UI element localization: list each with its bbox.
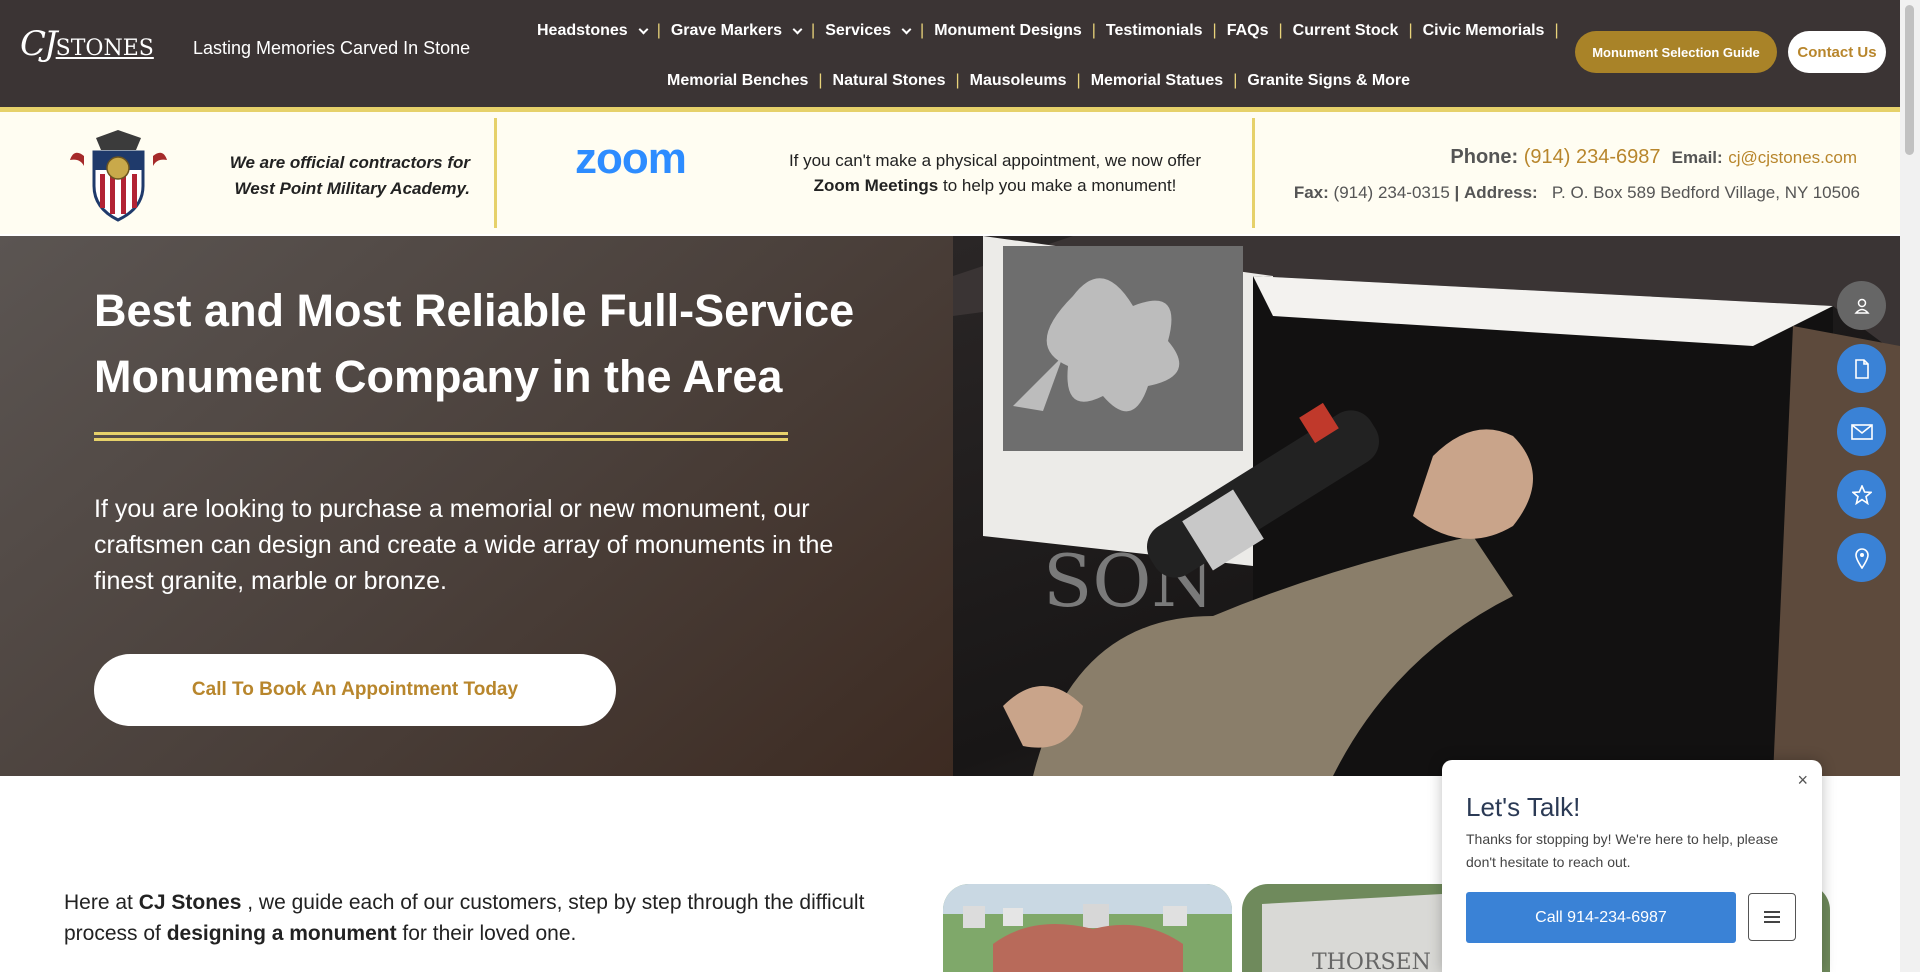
phone-email-line: Phone: (914) 234-6987 Email: cj@cjstones… (1450, 146, 1857, 169)
nav-current-stock[interactable]: Current Stock (1293, 22, 1399, 40)
zoom-meeting-notice: If you can't make a physical appointment… (765, 148, 1225, 198)
svg-text:THORSEN: THORSEN (1312, 950, 1431, 972)
intro-text-1: Here at (64, 891, 133, 914)
email-label: Email: (1671, 148, 1723, 167)
nav-separator: | (920, 22, 925, 39)
user-icon (1853, 298, 1870, 314)
zoom-text-1: If you can't make a physical appointment… (788, 151, 1202, 170)
menu-icon (1764, 911, 1780, 923)
contact-us-button[interactable]: Contact Us (1788, 31, 1886, 73)
nav-monument-designs[interactable]: Monument Designs (934, 22, 1082, 40)
nav-separator: | (1091, 22, 1096, 39)
nav-natural-stones[interactable]: Natural Stones (833, 72, 946, 90)
phone-label: Phone: (1450, 146, 1519, 168)
intro-bold-phrase: designing a monument (166, 922, 397, 945)
nav-separator: | (1076, 72, 1081, 89)
address-text: P. O. Box 589 Bedford Village, NY 10506 (1551, 183, 1860, 202)
intro-paragraph: Here at CJ Stones , we guide each of our… (64, 887, 884, 949)
hero-section: Best and Most Reliable Full-Service Monu… (0, 236, 1900, 776)
cemetery-photo (943, 884, 1232, 972)
intro-text-3: for their loved one. (402, 922, 577, 945)
contractor-line-1: We are official contractors for (229, 153, 470, 172)
chevron-down-icon (901, 24, 912, 34)
nav-grave-markers[interactable]: Grave Markers (670, 22, 803, 40)
location-pin-icon (1854, 547, 1869, 569)
info-divider (494, 118, 497, 228)
nav-separator: | (656, 22, 661, 39)
logo[interactable]: CJSTONES (20, 24, 154, 64)
west-point-crest-icon (70, 130, 167, 222)
chat-message: Thanks for stopping by! We're here to he… (1466, 831, 1779, 870)
info-divider (1252, 118, 1255, 228)
nav-headstones[interactable]: Headstones (537, 22, 649, 40)
nav-separator: | (1233, 72, 1238, 89)
main-nav-row-1: Headstones | Grave Markers | Services | … (537, 22, 1569, 40)
nav-label: Headstones (537, 22, 628, 39)
nav-separator: | (1554, 22, 1559, 39)
zoom-text-2: to help you make a monument! (942, 176, 1177, 195)
email-side-button[interactable] (1837, 407, 1886, 456)
zoom-logo: zoom (575, 134, 687, 183)
nav-granite-signs[interactable]: Granite Signs & More (1247, 72, 1410, 90)
document-side-button[interactable] (1837, 344, 1886, 393)
hero-double-line (94, 432, 788, 441)
book-appointment-button[interactable]: Call To Book An Appointment Today (94, 654, 616, 726)
phone-link[interactable]: (914) 234-6987 (1524, 146, 1661, 168)
hero-title: Best and Most Reliable Full-Service Monu… (94, 285, 855, 402)
mail-icon (1850, 423, 1873, 440)
nav-label: Grave Markers (670, 22, 783, 39)
nav-civic-memorials[interactable]: Civic Memorials (1423, 22, 1545, 40)
hero-text-panel: Best and Most Reliable Full-Service Monu… (0, 236, 953, 776)
logo-script: CJ (20, 24, 58, 64)
zoom-meetings-text: Zoom Meetings (813, 176, 939, 195)
chat-menu-button[interactable] (1748, 893, 1796, 941)
monument-selection-guide-button[interactable]: Monument Selection Guide (1575, 31, 1777, 73)
contractor-notice: We are official contractors for West Poi… (205, 150, 470, 202)
nav-memorial-statues[interactable]: Memorial Statues (1091, 72, 1223, 90)
address-separator: | (1454, 183, 1460, 202)
engraving-illustration: SON (953, 236, 1900, 776)
nav-separator: | (811, 22, 816, 39)
chevron-down-icon (638, 24, 649, 34)
fax-address-line: Fax: (914) 234-0315 | Address: P. O. Box… (1294, 183, 1860, 203)
nav-separator: | (1408, 22, 1413, 39)
intro-brand: CJ Stones (138, 891, 242, 914)
nav-label: Services (825, 22, 892, 39)
hero-engraving-image: SON (953, 236, 1900, 776)
address-label: Address: (1464, 183, 1538, 202)
star-icon (1851, 484, 1872, 505)
info-bar: We are official contractors for West Poi… (0, 112, 1900, 234)
chevron-down-icon (792, 24, 803, 34)
scrollbar-thumb[interactable] (1905, 5, 1914, 155)
close-icon[interactable]: × (1797, 770, 1808, 791)
nav-testimonials[interactable]: Testimonials (1106, 22, 1203, 40)
nav-separator: | (818, 72, 823, 89)
fax-label: Fax: (1293, 183, 1329, 202)
page-scrollbar[interactable] (1900, 0, 1920, 972)
email-link[interactable]: cj@cjstones.com (1728, 148, 1857, 167)
review-side-button[interactable] (1837, 470, 1886, 519)
chat-title: Let's Talk! (1466, 792, 1581, 822)
location-side-button[interactable] (1837, 533, 1886, 582)
main-nav-row-2: Memorial Benches | Natural Stones | Maus… (667, 72, 1410, 90)
logo-stones: STONES (55, 36, 154, 61)
chat-call-button[interactable]: Call 914-234-6987 (1466, 892, 1736, 943)
nav-separator: | (955, 72, 960, 89)
account-side-button[interactable] (1837, 281, 1886, 330)
fax-number: (914) 234-0315 (1333, 183, 1450, 202)
nav-memorial-benches[interactable]: Memorial Benches (667, 72, 808, 90)
site-header: CJSTONES Lasting Memories Carved In Ston… (0, 0, 1900, 110)
nav-separator: | (1212, 22, 1217, 39)
headstone-gallery-image-1[interactable] (943, 884, 1232, 972)
nav-faqs[interactable]: FAQs (1227, 22, 1269, 40)
tagline: Lasting Memories Carved In Stone (193, 38, 471, 58)
nav-separator: | (1278, 22, 1283, 39)
chat-popup: × Let's Talk! Thanks for stopping by! We… (1442, 760, 1822, 972)
contractor-line-2: West Point Military Academy. (234, 179, 470, 198)
nav-mausoleums[interactable]: Mausoleums (970, 72, 1067, 90)
hero-description: If you are looking to purchase a memoria… (94, 495, 834, 595)
nav-services[interactable]: Services (825, 22, 912, 40)
document-icon (1854, 358, 1869, 379)
